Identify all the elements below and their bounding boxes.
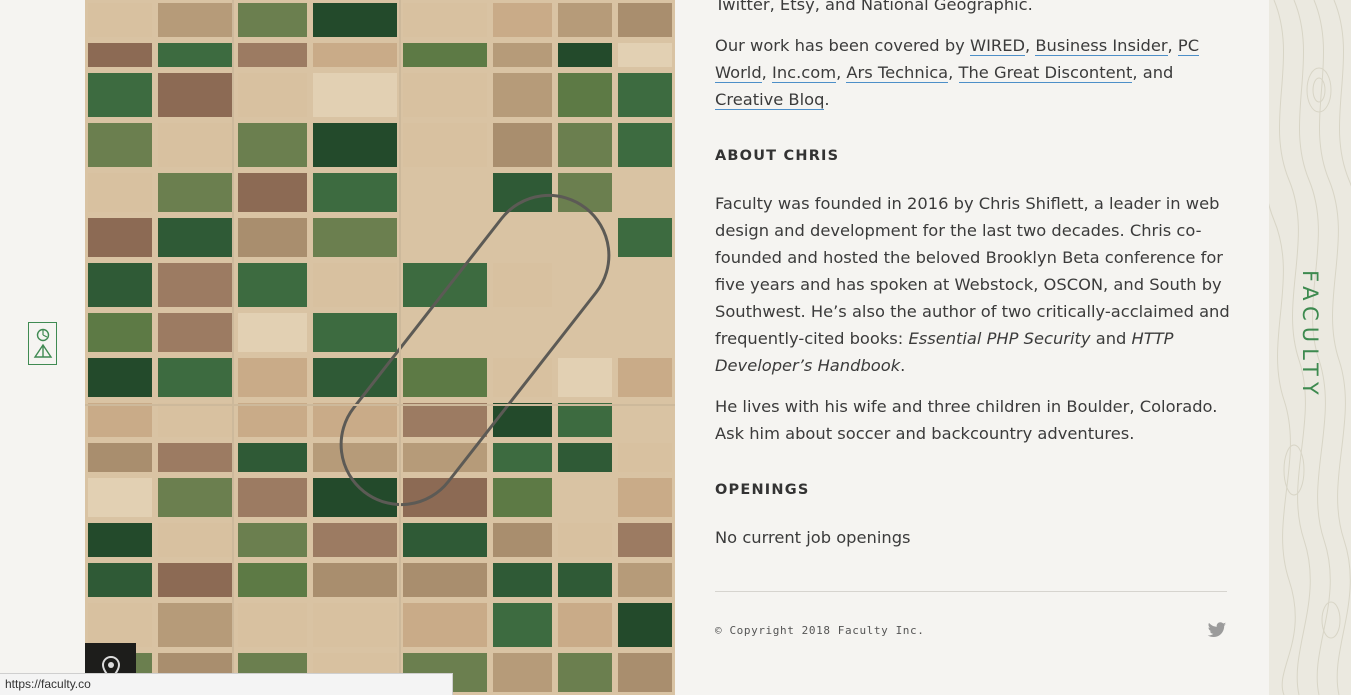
press-link-business-insider[interactable]: Business Insider [1035,36,1168,56]
aerial-farmland-image [85,0,675,695]
book-joiner: and [1095,329,1127,348]
about-content: Twitter, Etsy, and National Geographic. … [715,0,1231,592]
footer-divider [715,591,1227,592]
book-title-essential-php: Essential PHP Security [908,329,1091,348]
about-family-paragraph: He lives with his wife and three childre… [715,397,1218,443]
openings-heading: OPENINGS [715,482,810,498]
twitter-icon [1207,621,1227,637]
logo-icon [33,328,52,358]
faculty-logo-badge[interactable] [28,322,57,365]
copyright-text: © Copyright 2018 Faculty Inc. [715,623,925,637]
press-link-inc[interactable]: Inc.com [772,63,837,83]
brand-wordmark-vertical[interactable]: FACULTY [1296,270,1324,420]
press-link-creative-bloq[interactable]: Creative Bloq [715,90,825,110]
press-link-great-discontent[interactable]: The Great Discontent [958,63,1133,83]
about-heading: ABOUT CHRIS [715,148,840,164]
about-paragraph: Faculty was founded in 2016 by Chris Shi… [715,194,1230,375]
footer: © Copyright 2018 Faculty Inc. [715,618,1227,642]
press-lead: Our work has been covered by [715,36,965,55]
intro-tail-text: Twitter, Etsy, and National Geographic. [715,0,1033,14]
press-and-word: and [1142,63,1174,82]
about-paragraph-text: Faculty was founded in 2016 by Chris Shi… [715,194,1230,348]
press-paragraph: Our work has been covered by WIRED, Busi… [715,36,1200,110]
browser-status-url: https://faculty.co [0,673,453,695]
openings-text: No current job openings [715,528,911,547]
press-link-ars-technica[interactable]: Ars Technica [846,63,949,83]
press-link-wired[interactable]: WIRED [969,36,1026,56]
twitter-link[interactable] [1207,621,1227,639]
